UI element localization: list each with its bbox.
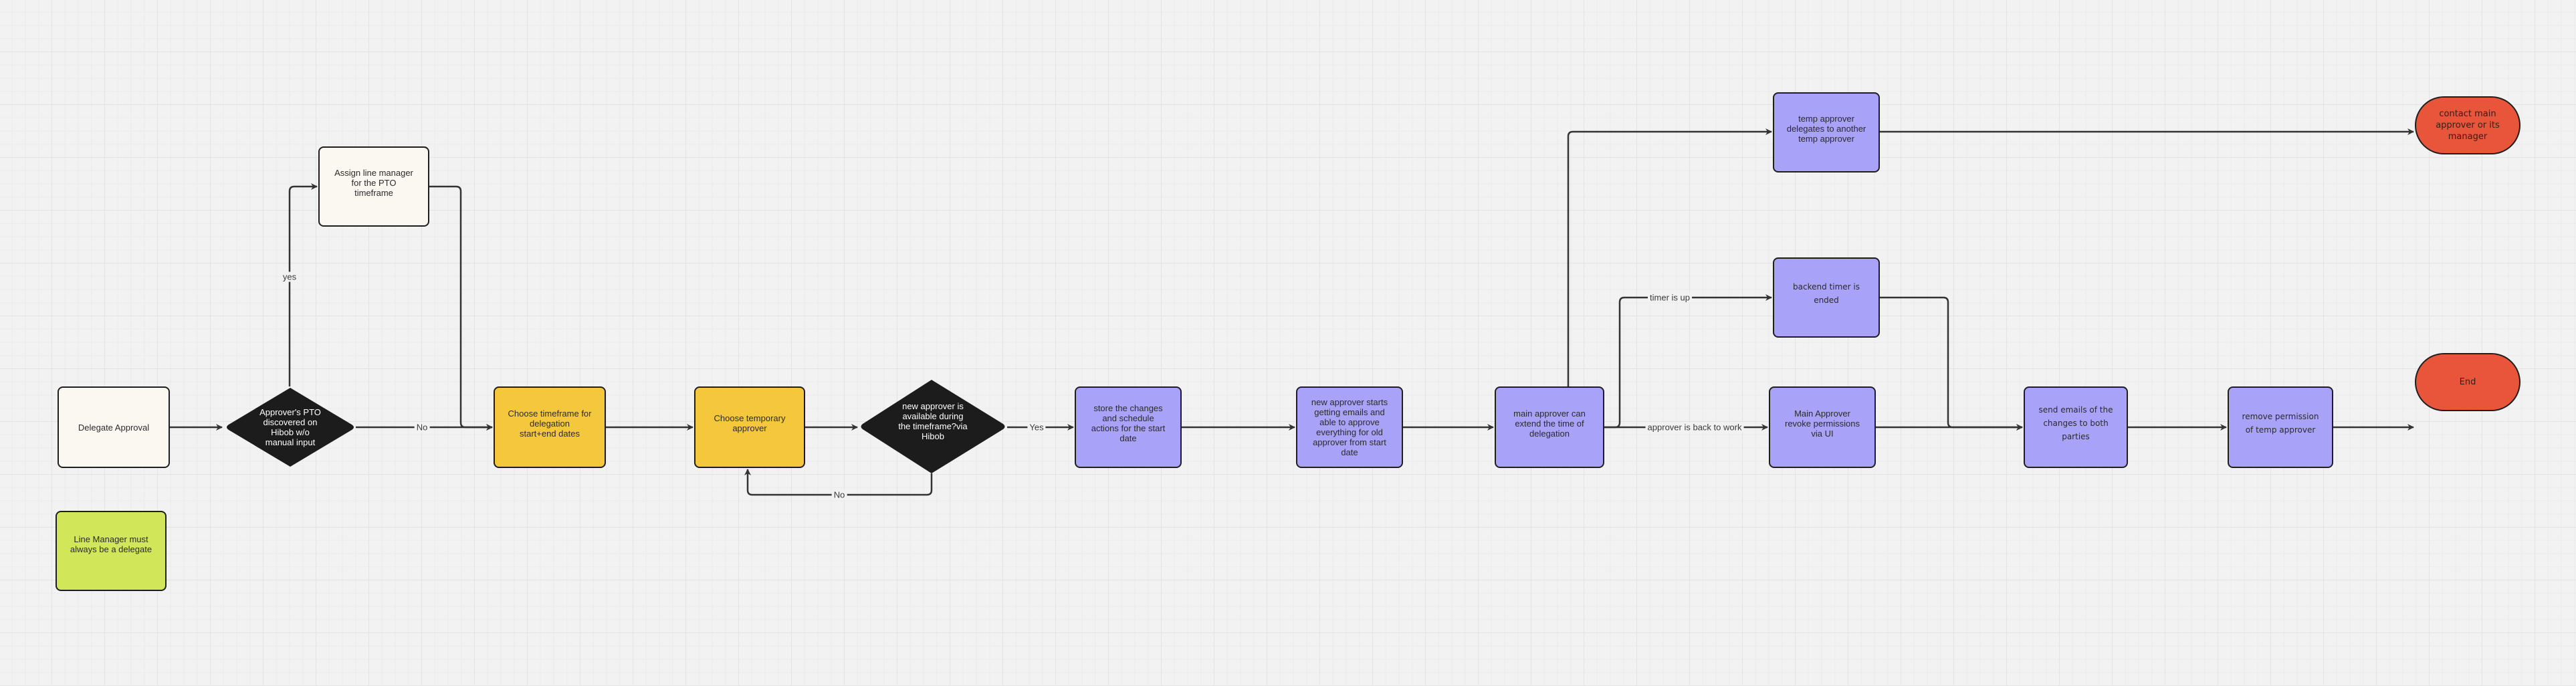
node-delegate-approval[interactable]: Delegate Approval	[58, 386, 170, 468]
node-remove-permission[interactable]: remove permission of temp approver	[2228, 386, 2333, 468]
node-label: backend timer is ended	[1793, 282, 1860, 305]
node-label: new approver starts getting emails and a…	[1311, 397, 1388, 457]
edge-label-timer-is-up: timer is up	[1648, 292, 1692, 303]
node-label: Assign line manager for the PTO timefram…	[334, 167, 413, 198]
node-label: Line Manager must always be a delegate	[70, 534, 152, 554]
node-label: Main Approver revoke permissions via UI	[1785, 408, 1860, 439]
node-label: End	[2459, 377, 2476, 387]
node-choose-timeframe[interactable]: Choose timeframe for delegation start+en…	[494, 386, 606, 468]
node-backend-timer[interactable]: backend timer is ended	[1773, 257, 1880, 338]
node-label: remove permission of temp approver	[2242, 412, 2319, 435]
node-label: temp approver delegates to another temp …	[1786, 113, 1866, 144]
node-label: send emails of the changes to both parti…	[2038, 405, 2113, 441]
edge-assign-to-timeframe	[429, 185, 493, 431]
edge-label-approver-back: approver is back to work	[1645, 422, 1744, 433]
node-assign-line-manager[interactable]: Assign line manager for the PTO timefram…	[318, 146, 429, 227]
terminal-end[interactable]: End	[2415, 353, 2520, 411]
node-choose-temp-approver[interactable]: Choose temporary approver	[694, 386, 805, 468]
node-label: Approver's PTO discovered on Hibob w/o m…	[259, 407, 321, 447]
edge-timer-to-send	[1880, 296, 2023, 431]
node-label: main approver can extend the time of del…	[1513, 408, 1586, 439]
connectors-layer	[170, 128, 2414, 496]
node-send-emails[interactable]: send emails of the changes to both parti…	[2024, 386, 2128, 468]
node-label: new approver is available during the tim…	[898, 401, 968, 441]
node-label: Choose timeframe for delegation start+en…	[508, 408, 592, 439]
node-main-can-extend[interactable]: main approver can extend the time of del…	[1495, 386, 1604, 468]
node-main-revoke[interactable]: Main Approver revoke permissions via UI	[1769, 386, 1876, 468]
node-temp-delegates[interactable]: temp approver delegates to another temp …	[1773, 92, 1880, 173]
node-label: Delegate Approval	[78, 422, 150, 433]
decision-approver-available[interactable]: new approver is available during the tim…	[859, 378, 1007, 475]
edge-extend-to-timer	[1604, 294, 1772, 429]
edge-label-no: No	[414, 422, 430, 433]
node-label: Choose temporary approver	[714, 413, 786, 433]
edge-pto-yes-to-assign	[288, 183, 318, 386]
node-label: contact main approver or its manager	[2436, 109, 2500, 142]
decision-pto-discovered[interactable]: Approver's PTO discovered on Hibob w/o m…	[225, 386, 356, 468]
node-line-manager-note[interactable]: Line Manager must always be a delegate	[56, 511, 167, 591]
edge-label-yes: yes	[280, 271, 299, 282]
edge-extend-to-temp-delegates	[1567, 128, 1772, 386]
edge-label-yes-available: Yes	[1027, 422, 1046, 433]
node-new-approver-starts[interactable]: new approver starts getting emails and a…	[1296, 386, 1403, 468]
diagram-canvas: yes No Yes No timer is up approver is ba…	[0, 0, 2576, 686]
node-label: store the changes and schedule actions f…	[1091, 403, 1166, 443]
terminal-contact-main[interactable]: contact main approver or its manager	[2415, 96, 2520, 154]
edge-label-no-available: No	[831, 489, 847, 500]
node-store-changes[interactable]: store the changes and schedule actions f…	[1075, 386, 1182, 468]
